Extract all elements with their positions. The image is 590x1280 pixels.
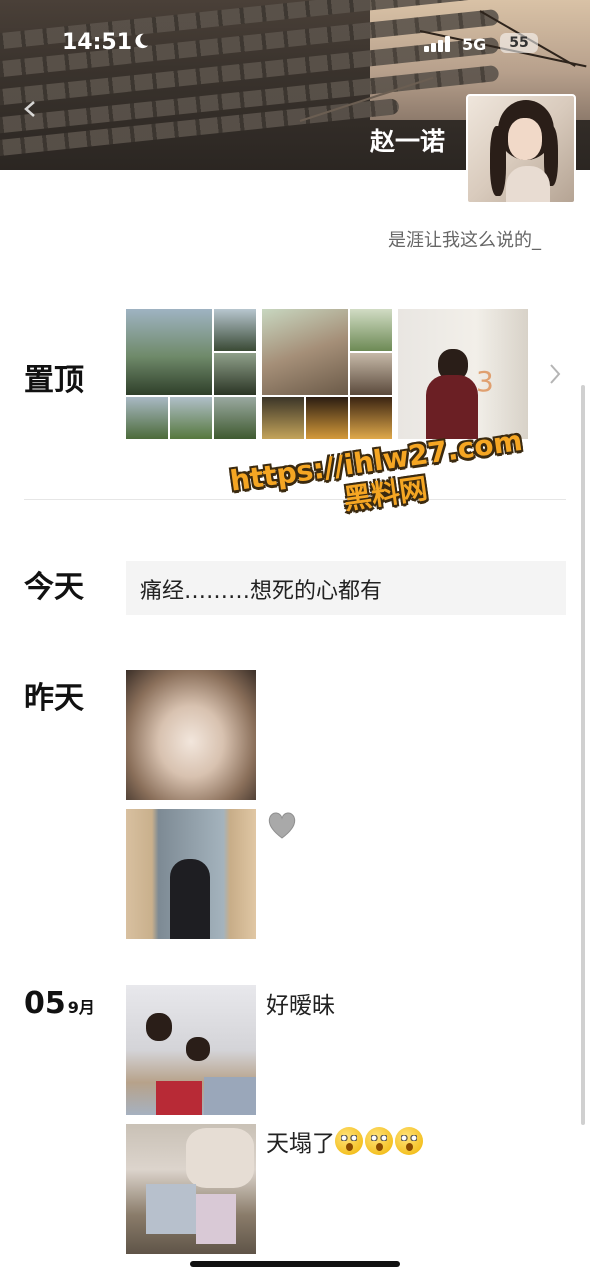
chevron-right-icon[interactable] — [548, 363, 562, 385]
pinned-label: 置顶 — [24, 363, 84, 398]
profile-username: 赵一诺 — [370, 127, 446, 156]
flushed-face-icon — [335, 1127, 363, 1155]
scrollbar[interactable] — [581, 385, 585, 1125]
moon-icon — [135, 33, 149, 49]
watermark: https://ihlw27.com 黑料网 — [228, 424, 529, 533]
date-today: 今天 — [24, 570, 84, 605]
post-caption: 天塌了 — [266, 1124, 425, 1158]
pinned-album-outdoor[interactable] — [126, 309, 256, 439]
post-photo[interactable] — [126, 809, 256, 939]
network-label: 5G — [462, 35, 487, 54]
date-yesterday: 昨天 — [24, 681, 84, 716]
battery-indicator: 55 — [500, 33, 538, 53]
post-photo[interactable] — [126, 985, 256, 1115]
grey-heart-icon — [268, 812, 296, 839]
post-photo[interactable] — [126, 670, 256, 800]
signal-icon — [424, 36, 450, 52]
profile-signature: 是涯让我这么说的_ — [388, 230, 541, 251]
date-month: 9月 — [67, 998, 95, 1017]
back-arrow-icon[interactable] — [22, 100, 40, 118]
avatar[interactable] — [466, 94, 576, 204]
text-post-content: 痛经………想死的心都有 — [140, 579, 383, 604]
post-caption-text: 天塌了 — [266, 1131, 335, 1157]
post-photo[interactable] — [126, 1124, 256, 1254]
flushed-face-icon — [395, 1127, 423, 1155]
home-indicator[interactable] — [190, 1261, 400, 1267]
pinned-album-room[interactable]: 3 — [398, 309, 528, 439]
post-date: 05 9月 — [24, 986, 95, 1021]
status-time: 14:51 — [62, 30, 133, 55]
date-day: 05 — [24, 986, 66, 1021]
text-post[interactable]: 痛经………想死的心都有 — [126, 561, 566, 615]
post-caption: 好暧昧 — [266, 993, 335, 1019]
pinned-album-garden[interactable] — [262, 309, 392, 439]
flushed-face-icon — [365, 1127, 393, 1155]
